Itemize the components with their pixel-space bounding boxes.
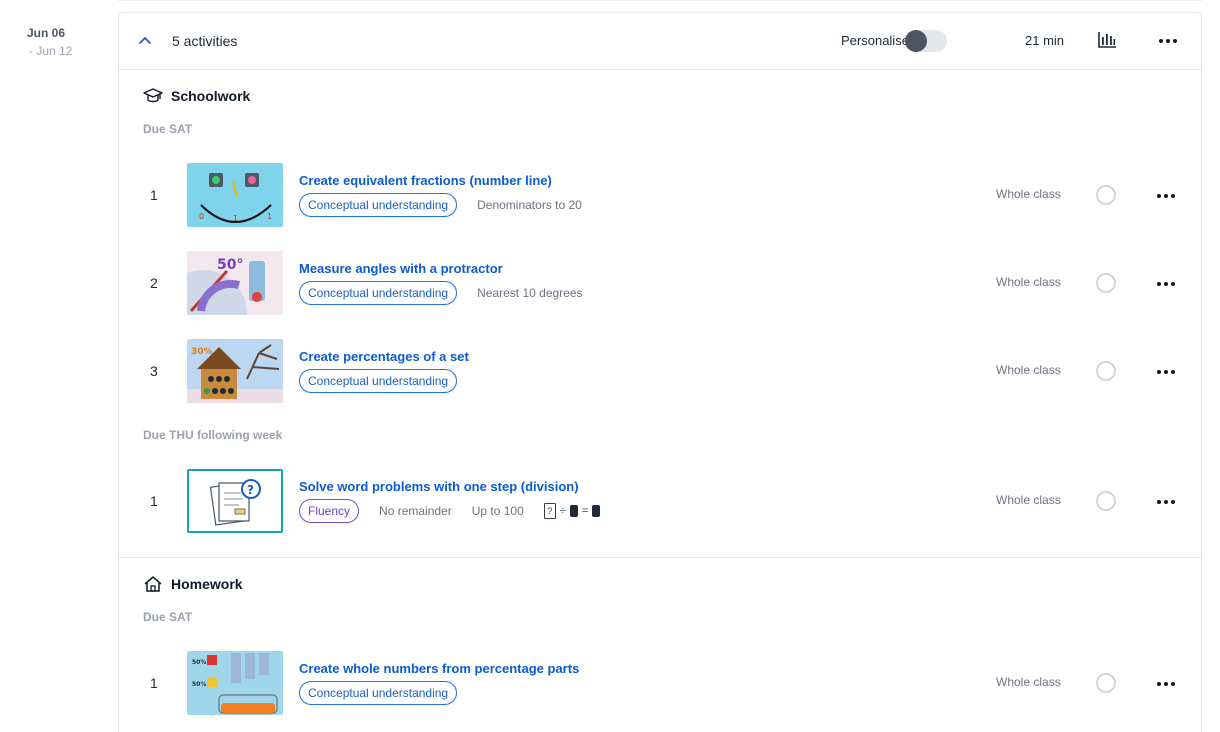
row-number: 1 (150, 187, 158, 203)
status-circle-icon[interactable] (1096, 185, 1116, 205)
svg-text:50°: 50° (217, 257, 243, 273)
activities-count: 5 activities (172, 33, 238, 49)
status-circle-icon[interactable] (1096, 491, 1116, 511)
more-options-icon[interactable] (1157, 364, 1179, 380)
week-start-date: Jun 06 (27, 26, 66, 40)
activity-title-link[interactable]: Solve word problems with one step (divis… (299, 479, 579, 494)
chevron-up-icon[interactable] (137, 32, 153, 48)
list-item: 3 30% Create percentages of a set Concep… (119, 339, 1201, 405)
activity-tags: Fluency No remainder Up to 100 ? ÷ = (299, 499, 601, 523)
skill-pill[interactable]: Conceptual understanding (299, 369, 458, 393)
activity-thumbnail[interactable]: ? (187, 469, 283, 533)
equals-sign: = (581, 505, 589, 517)
svg-text:1: 1 (233, 214, 238, 223)
section-label: Schoolwork (171, 88, 251, 104)
personalise-label: Personalise (841, 33, 909, 48)
svg-text:50%: 50% (192, 681, 206, 688)
svg-text:30%: 30% (191, 347, 213, 357)
graduation-cap-icon (143, 87, 163, 105)
due-label: Due THU following week (143, 428, 283, 442)
list-item: 1 50% 50% Create whole numbers from perc… (119, 651, 1201, 717)
skill-pill[interactable]: Conceptual understanding (299, 681, 458, 705)
row-number: 1 (150, 675, 158, 691)
svg-text:?: ? (247, 483, 254, 497)
section-title-homework: Homework (143, 575, 243, 593)
activity-title-link[interactable]: Measure angles with a protractor (299, 261, 503, 276)
activity-title-link[interactable]: Create equivalent fractions (number line… (299, 173, 552, 188)
number-block-icon (592, 505, 601, 517)
bar-chart-icon[interactable] (1097, 31, 1117, 49)
more-options-icon[interactable] (1157, 494, 1179, 510)
section-divider (119, 557, 1201, 558)
audience-label[interactable]: Whole class (996, 187, 1061, 201)
division-equation: ? ÷ = (543, 503, 601, 519)
activity-title-link[interactable]: Create percentages of a set (299, 349, 469, 364)
section-label: Homework (171, 576, 243, 592)
divide-sign: ÷ (559, 505, 566, 517)
total-duration: 21 min (1025, 33, 1065, 48)
toggle-knob (905, 30, 927, 52)
status-circle-icon[interactable] (1096, 673, 1116, 693)
audience-label[interactable]: Whole class (996, 675, 1061, 689)
row-number: 1 (150, 493, 158, 509)
activities-card: 5 activities Personalise 21 min Schoolwo… (118, 12, 1202, 732)
list-item: 1 0 1 1 Create equivalent fractions (num… (119, 163, 1201, 229)
activity-thumbnail[interactable]: 0 1 1 (187, 163, 283, 227)
section-title-schoolwork: Schoolwork (143, 87, 250, 105)
number-block-icon (569, 505, 578, 517)
week-end-date: - Jun 12 (29, 44, 73, 58)
activity-thumbnail[interactable]: 50% 50% (187, 651, 283, 715)
list-item: 2 50° Measure angles with a protractor C… (119, 251, 1201, 317)
tag-text: No remainder (379, 504, 452, 518)
svg-text:0: 0 (199, 212, 204, 221)
row-number: 2 (150, 275, 158, 291)
unknown-box: ? (543, 503, 556, 519)
skill-pill[interactable]: Conceptual understanding (299, 193, 458, 217)
skill-pill[interactable]: Fluency (299, 499, 360, 523)
audience-label[interactable]: Whole class (996, 275, 1061, 289)
top-divider (118, 0, 1202, 1)
skill-pill[interactable]: Conceptual understanding (299, 281, 458, 305)
tag-text: Nearest 10 degrees (477, 286, 583, 300)
tag-text: Up to 100 (471, 504, 524, 518)
audience-label[interactable]: Whole class (996, 493, 1061, 507)
activity-title-link[interactable]: Create whole numbers from percentage par… (299, 661, 579, 676)
personalise-toggle[interactable] (905, 30, 947, 52)
more-options-icon[interactable] (1157, 276, 1179, 292)
activity-tags: Conceptual understanding (299, 681, 458, 705)
house-icon (143, 575, 163, 593)
date-column: Jun 06 - Jun 12 (0, 0, 118, 732)
status-circle-icon[interactable] (1096, 273, 1116, 293)
status-circle-icon[interactable] (1096, 361, 1116, 381)
row-number: 3 (150, 363, 158, 379)
activity-thumbnail[interactable]: 50° (187, 251, 283, 315)
activity-thumbnail[interactable]: 30% (187, 339, 283, 403)
activity-tags: Conceptual understanding Nearest 10 degr… (299, 281, 583, 305)
list-item: 1 ? Solve word problems with one step (d… (119, 469, 1201, 535)
svg-text:1: 1 (267, 212, 272, 221)
svg-text:50%: 50% (192, 659, 206, 666)
due-label: Due SAT (143, 610, 193, 624)
activity-tags: Conceptual understanding Denominators to… (299, 193, 582, 217)
due-label: Due SAT (143, 122, 193, 136)
more-options-icon[interactable] (1157, 676, 1179, 692)
more-options-icon[interactable] (1157, 188, 1179, 204)
tag-text: Denominators to 20 (477, 198, 582, 212)
card-header: 5 activities Personalise 21 min (119, 13, 1201, 70)
more-options-icon[interactable] (1159, 33, 1181, 49)
activity-tags: Conceptual understanding (299, 369, 458, 393)
audience-label[interactable]: Whole class (996, 363, 1061, 377)
